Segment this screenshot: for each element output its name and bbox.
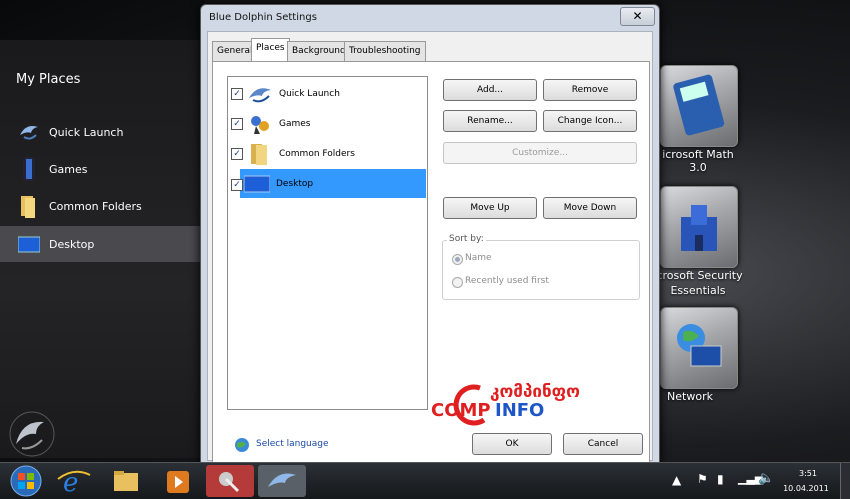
desktop-icon: [18, 236, 40, 253]
close-icon: ✕: [632, 9, 643, 23]
my-places-item-quick-launch[interactable]: Quick Launch: [0, 114, 205, 150]
list-item-selected[interactable]: Desktop: [240, 169, 426, 198]
network-desktop-label: Network: [667, 390, 713, 403]
power-icon[interactable]: ▮: [717, 472, 724, 486]
my-places-panel: My Places Quick Launch Games Common Fold…: [0, 40, 205, 458]
security-desktop-label-line2: Essentials: [670, 284, 726, 297]
my-places-item-label: Desktop: [49, 237, 95, 251]
checkbox[interactable]: ✓: [231, 87, 243, 100]
start-button-icon[interactable]: [6, 464, 46, 498]
remove-button[interactable]: Remove: [543, 79, 637, 101]
sort-by-legend: Sort by:: [447, 234, 486, 244]
globe-icon: [235, 438, 249, 452]
sort-name-radio[interactable]: [452, 254, 463, 265]
list-item[interactable]: ✓ Quick Launch: [228, 79, 426, 108]
list-item[interactable]: ✓ Common Folders: [228, 139, 426, 168]
flag-icon[interactable]: ⚑: [697, 472, 708, 486]
close-button[interactable]: ✕: [620, 7, 655, 26]
customize-button[interactable]: Customize...: [443, 142, 637, 164]
castle-icon: [681, 205, 717, 251]
rename-button[interactable]: Rename...: [443, 110, 537, 132]
media-player-icon[interactable]: [154, 465, 202, 497]
file-explorer-icon[interactable]: [102, 465, 150, 497]
network-icon: [677, 324, 722, 367]
network-desktop-icon[interactable]: [660, 307, 738, 389]
math-desktop-icon[interactable]: [660, 65, 738, 147]
games-icon: [23, 157, 35, 181]
compinfo-watermark: კომპინფო COMP INFO: [428, 380, 618, 440]
dolphin-icon: [249, 87, 271, 102]
my-places-item-label: Quick Launch: [49, 125, 124, 139]
sort-recent-label: Recently used first: [465, 276, 549, 286]
calculator-icon: [673, 74, 725, 136]
blue-dolphin-logo-icon[interactable]: [8, 410, 56, 458]
show-desktop-button[interactable]: [840, 463, 850, 499]
checkbox[interactable]: ✓: [231, 117, 243, 130]
select-language-link[interactable]: Select language: [256, 439, 329, 449]
clock-time[interactable]: 3:51: [778, 469, 838, 478]
list-item-label: Common Folders: [279, 148, 355, 159]
show-hidden-icons-icon[interactable]: ▲: [672, 473, 681, 487]
watermark-info-text: INFO: [495, 400, 545, 421]
dialog-title: Blue Dolphin Settings: [209, 12, 317, 23]
sort-name-label: Name: [465, 253, 492, 263]
folder-icon: [21, 196, 35, 218]
checkbox[interactable]: ✓: [231, 179, 243, 191]
desktop-icon: [244, 175, 270, 192]
security-desktop-label-line1: icrosoft Security: [653, 269, 743, 282]
tab-troubleshooting[interactable]: Troubleshooting: [344, 41, 426, 61]
checkbox[interactable]: ✓: [231, 147, 243, 160]
sort-recent-radio[interactable]: [452, 277, 463, 288]
my-places-item-label: Games: [49, 162, 88, 176]
move-down-button[interactable]: Move Down: [543, 197, 637, 219]
dolphin-icon: [20, 126, 38, 140]
folder-icon: [251, 143, 267, 165]
move-up-button[interactable]: Move Up: [443, 197, 537, 219]
my-places-title: My Places: [16, 72, 81, 87]
places-list[interactable]: ✓ Quick Launch ✓ Games ✓ Common Folders …: [227, 76, 428, 410]
my-places-item-common-folders[interactable]: Common Folders: [0, 188, 205, 224]
add-button[interactable]: Add...: [443, 79, 537, 101]
volume-icon[interactable]: 🔈: [758, 471, 774, 486]
watermark-comp-text: COMP: [431, 400, 491, 421]
list-item[interactable]: ✓ Games: [228, 109, 426, 138]
list-item-label: Quick Launch: [279, 88, 340, 99]
tab-background[interactable]: Background: [287, 41, 351, 61]
tool-app-icon[interactable]: [206, 465, 254, 497]
list-item-label: Desktop: [276, 178, 314, 189]
clock-date[interactable]: 10.04.2011: [776, 484, 836, 493]
taskbar: e ▲ ⚑ ▮ ▁▃▅ 🔈 3:51 10.04.2011: [0, 462, 850, 499]
my-places-item-games[interactable]: Games: [0, 151, 205, 187]
blue-dolphin-taskbar-icon[interactable]: [258, 465, 306, 497]
internet-explorer-icon[interactable]: e: [50, 465, 98, 497]
sort-by-group: Sort by: Name Recently used first: [442, 234, 640, 300]
watermark-georgian-text: კომპინფო: [490, 382, 580, 402]
change-icon-button[interactable]: Change Icon...: [543, 110, 637, 132]
my-places-item-label: Common Folders: [49, 199, 142, 213]
list-item-label: Games: [279, 118, 311, 129]
games-icon: [251, 115, 269, 134]
security-desktop-icon[interactable]: [660, 186, 738, 268]
tab-places[interactable]: Places: [251, 38, 290, 62]
math-desktop-label: icrosoft Math 3.0: [662, 148, 734, 174]
my-places-item-desktop[interactable]: Desktop: [0, 226, 205, 262]
